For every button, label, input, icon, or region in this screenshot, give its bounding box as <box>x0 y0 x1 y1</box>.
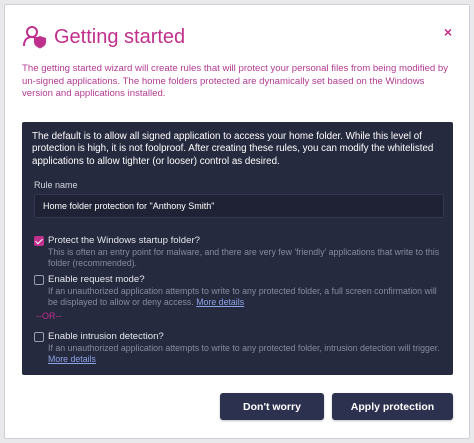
user-shield-icon <box>23 26 46 49</box>
apply-protection-button[interactable]: Apply protection <box>332 393 453 420</box>
rule-name-label: Rule name <box>34 180 78 190</box>
request-mode-checkbox[interactable] <box>34 275 44 285</box>
panel-description: The default is to allow all signed appli… <box>32 131 434 167</box>
option-request-mode: Enable request mode? If an unauthorized … <box>34 274 444 308</box>
request-mode-more-link[interactable]: More details <box>196 297 244 307</box>
startup-folder-description: This is often an entry point for malware… <box>48 247 440 268</box>
option-startup-folder: Protect the Windows startup folder? This… <box>34 235 444 269</box>
intro-text: The getting started wizard will create r… <box>22 63 449 100</box>
request-mode-title: Enable request mode? <box>48 274 145 285</box>
intrusion-detection-description-block: If an unauthorized application attempts … <box>48 343 444 365</box>
option-intrusion-detection: Enable intrusion detection? If an unauth… <box>34 331 444 365</box>
getting-started-dialog: Getting started × The getting started wi… <box>4 4 470 439</box>
dialog-header: Getting started <box>22 23 185 51</box>
dialog-title: Getting started <box>54 25 186 48</box>
intrusion-detection-description: If an unauthorized application attempts … <box>48 343 440 353</box>
intrusion-detection-title: Enable intrusion detection? <box>48 331 164 342</box>
intrusion-detection-checkbox[interactable] <box>34 332 44 342</box>
dont-worry-button[interactable]: Don't worry <box>220 393 324 420</box>
close-icon[interactable]: × <box>444 24 452 40</box>
startup-folder-title: Protect the Windows startup folder? <box>48 235 200 246</box>
rule-name-input[interactable]: Home folder protection for "Anthony Smit… <box>34 194 444 218</box>
startup-folder-checkbox[interactable] <box>34 236 44 246</box>
intrusion-detection-more-link[interactable]: More details <box>48 354 96 364</box>
options-panel: The default is to allow all signed appli… <box>22 122 453 375</box>
request-mode-description-block: If an unauthorized application attempts … <box>48 286 444 308</box>
or-separator: --OR-- <box>36 311 62 321</box>
